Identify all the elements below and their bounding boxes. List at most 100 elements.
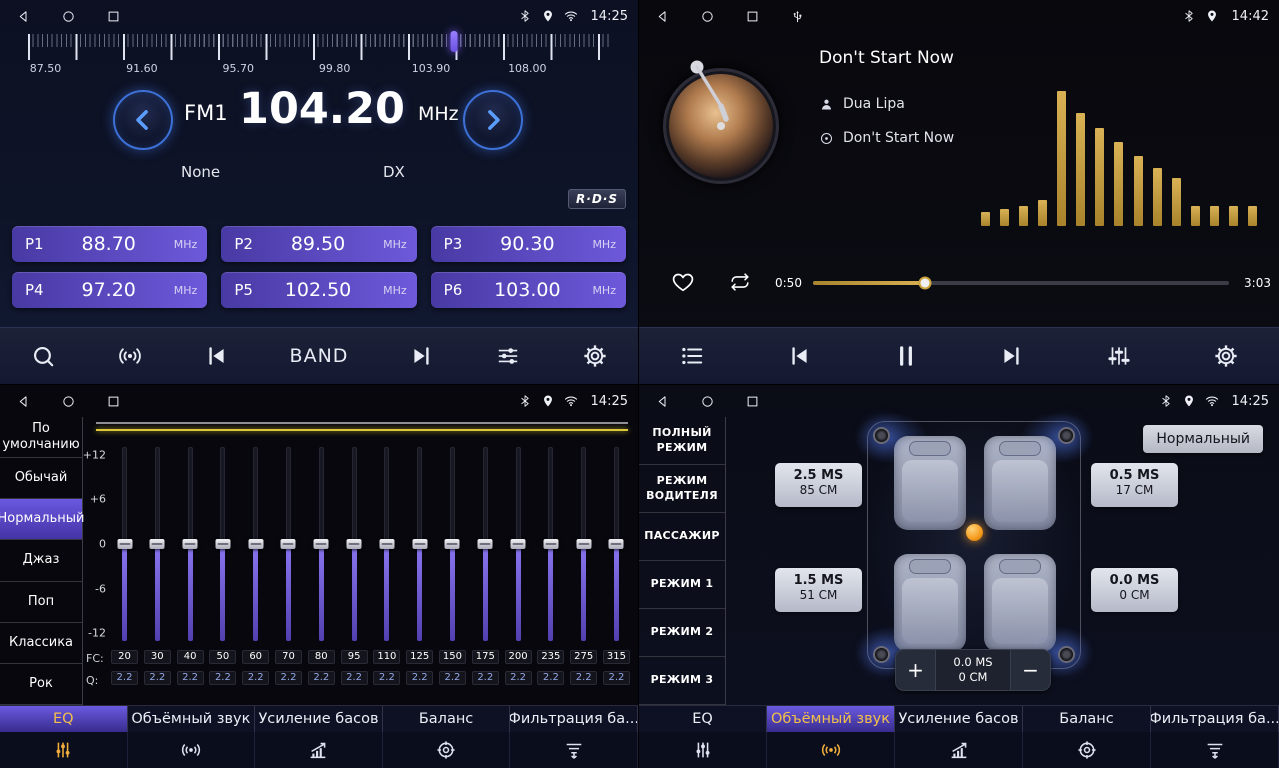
sound-focus-point[interactable] — [966, 524, 983, 541]
balance-icon[interactable] — [383, 732, 511, 768]
eq-slider-handle[interactable] — [609, 539, 624, 549]
settings-icon[interactable] — [582, 343, 608, 369]
eq-slider-handle[interactable] — [117, 539, 132, 549]
mode-driver[interactable]: РЕЖИМ ВОДИТЕЛЯ — [639, 465, 725, 513]
preset-p5[interactable]: P5 102.50 MHz — [221, 272, 416, 308]
mixer-icon[interactable] — [1106, 343, 1132, 369]
eq-band-slider[interactable] — [220, 447, 225, 641]
recents-icon[interactable] — [745, 9, 760, 24]
home-icon[interactable] — [61, 9, 76, 24]
decrease-delay-button[interactable]: − — [1010, 650, 1050, 690]
pause-icon[interactable] — [893, 343, 919, 369]
mode-full[interactable]: ПОЛНЫЙ РЕЖИМ — [639, 417, 725, 465]
back-icon[interactable] — [655, 394, 670, 409]
eq-slider-handle[interactable] — [248, 539, 263, 549]
tab-filter[interactable]: Фильтрация ба... — [510, 706, 638, 732]
eq-band-slider[interactable] — [581, 447, 586, 641]
eq-slider-handle[interactable] — [478, 539, 493, 549]
preset-p1[interactable]: P1 88.70 MHz — [12, 226, 207, 262]
tab-balance[interactable]: Баланс — [383, 706, 511, 732]
seek-bar[interactable] — [813, 281, 1229, 285]
home-icon[interactable] — [61, 394, 76, 409]
eq-slider-handle[interactable] — [445, 539, 460, 549]
mode-3[interactable]: РЕЖИМ 3 — [639, 657, 725, 705]
eq-preset-custom[interactable]: Обычай — [0, 458, 82, 499]
tuner-pointer[interactable] — [451, 31, 458, 52]
balance-icon[interactable] — [1023, 732, 1151, 768]
eq-band-slider[interactable] — [516, 447, 521, 641]
eq-slider-handle[interactable] — [215, 539, 230, 549]
tab-bass-boost[interactable]: Усиление басов — [895, 706, 1023, 732]
eq-band-slider[interactable] — [384, 447, 389, 641]
eq-band-slider[interactable] — [417, 447, 422, 641]
bass-boost-icon[interactable] — [255, 732, 383, 768]
sound-preset-button[interactable]: Нормальный — [1143, 425, 1263, 453]
eq-preset-classic[interactable]: Классика — [0, 623, 82, 664]
eq-band-slider[interactable] — [122, 447, 127, 641]
eq-preset-jazz[interactable]: Джаз — [0, 540, 82, 581]
bass-boost-icon[interactable] — [895, 732, 1023, 768]
eq-band-slider[interactable] — [352, 447, 357, 641]
mode-1[interactable]: РЕЖИМ 1 — [639, 561, 725, 609]
back-icon[interactable] — [16, 9, 31, 24]
eq-preset-normal[interactable]: Нормальный — [0, 499, 82, 540]
eq-preset-rock[interactable]: Рок — [0, 664, 82, 705]
surround-sound-icon[interactable] — [767, 732, 895, 768]
next-track-icon[interactable] — [999, 343, 1025, 369]
recents-icon[interactable] — [106, 394, 121, 409]
preset-p3[interactable]: P3 90.30 MHz — [431, 226, 626, 262]
mode-passenger[interactable]: ПАССАЖИР — [639, 513, 725, 561]
tab-balance[interactable]: Баланс — [1023, 706, 1151, 732]
scan-icon[interactable] — [30, 343, 56, 369]
back-icon[interactable] — [655, 9, 670, 24]
eq-slider-handle[interactable] — [281, 539, 296, 549]
home-icon[interactable] — [700, 394, 715, 409]
favorite-icon[interactable] — [671, 270, 695, 294]
seek-previous-icon[interactable] — [203, 343, 229, 369]
eq-slider-handle[interactable] — [543, 539, 558, 549]
eq-slider-handle[interactable] — [379, 539, 394, 549]
tune-up-button[interactable] — [463, 90, 523, 150]
eq-slider-handle[interactable] — [150, 539, 165, 549]
settings-icon[interactable] — [1213, 343, 1239, 369]
tab-eq[interactable]: EQ — [639, 706, 767, 732]
eq-band-slider[interactable] — [614, 447, 619, 641]
seek-bar-thumb[interactable] — [919, 277, 932, 290]
repeat-icon[interactable] — [729, 271, 751, 293]
back-icon[interactable] — [16, 394, 31, 409]
tune-down-button[interactable] — [113, 90, 173, 150]
eq-slider-handle[interactable] — [412, 539, 427, 549]
filter-icon[interactable] — [1151, 732, 1279, 768]
eq-band-slider[interactable] — [188, 447, 193, 641]
preset-p6[interactable]: P6 103.00 MHz — [431, 272, 626, 308]
eq-band-slider[interactable] — [253, 447, 258, 641]
eq-slider-handle[interactable] — [347, 539, 362, 549]
playlist-icon[interactable] — [679, 343, 705, 369]
eq-slider-handle[interactable] — [511, 539, 526, 549]
cabin-view[interactable] — [867, 421, 1081, 669]
mode-2[interactable]: РЕЖИМ 2 — [639, 609, 725, 657]
eq-slider-handle[interactable] — [183, 539, 198, 549]
increase-delay-button[interactable]: + — [896, 650, 936, 690]
eq-slider-handle[interactable] — [314, 539, 329, 549]
band-button[interactable]: BAND — [290, 345, 349, 367]
eq-preset-default[interactable]: По умолчанию — [0, 417, 82, 458]
previous-track-icon[interactable] — [786, 343, 812, 369]
filter-icon[interactable] — [510, 732, 638, 768]
eq-band-slider[interactable] — [286, 447, 291, 641]
equalizer-icon[interactable] — [495, 343, 521, 369]
eq-band-slider[interactable] — [450, 447, 455, 641]
eq-band-slider[interactable] — [155, 447, 160, 641]
eq-preset-pop[interactable]: Поп — [0, 582, 82, 623]
preset-p4[interactable]: P4 97.20 MHz — [12, 272, 207, 308]
eq-band-slider[interactable] — [319, 447, 324, 641]
tab-filter[interactable]: Фильтрация ба... — [1151, 706, 1279, 732]
tuning-scale[interactable] — [28, 34, 612, 60]
preset-p2[interactable]: P2 89.50 MHz — [221, 226, 416, 262]
eq-band-slider[interactable] — [483, 447, 488, 641]
tab-eq[interactable]: EQ — [0, 706, 128, 732]
seek-next-icon[interactable] — [409, 343, 435, 369]
recents-icon[interactable] — [106, 9, 121, 24]
tab-bass-boost[interactable]: Усиление басов — [255, 706, 383, 732]
eq-mixer-icon[interactable] — [639, 732, 767, 768]
